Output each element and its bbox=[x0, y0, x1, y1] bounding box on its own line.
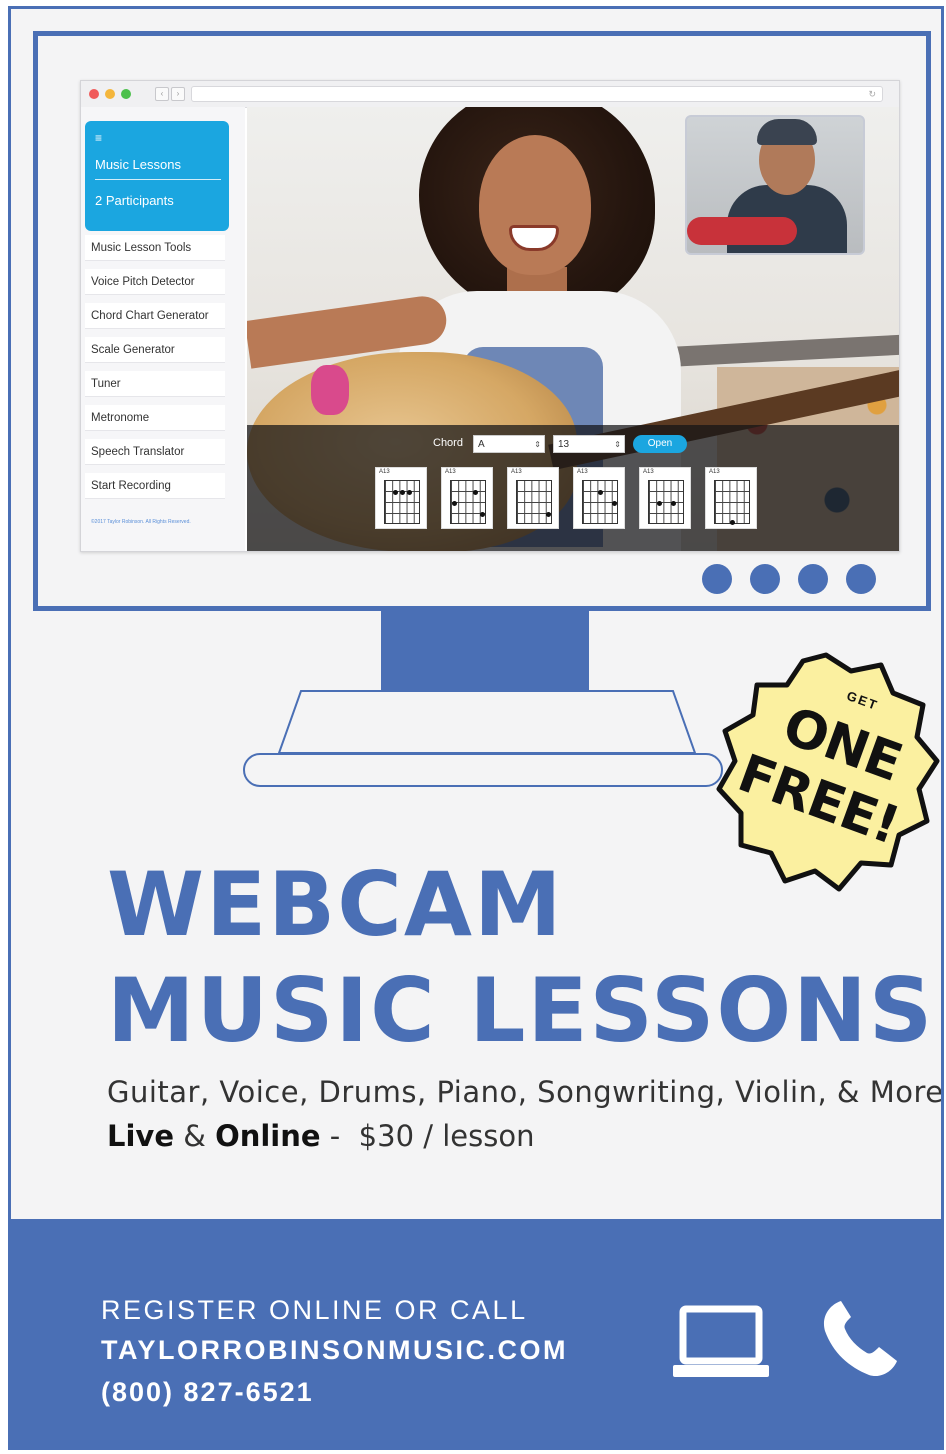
live-label: Live bbox=[107, 1119, 174, 1153]
divider bbox=[95, 179, 221, 180]
sidebar-item-tuner[interactable]: Tuner bbox=[85, 371, 225, 397]
sidebar-header: ≡ Music Lessons 2 Participants bbox=[85, 121, 229, 231]
headline-line2: MUSIC LESSONS bbox=[107, 959, 935, 1062]
chord-chart-bar: Chord A ⇕ 13 ⇕ Open A13 A13 A13 A13 A13 A1… bbox=[247, 425, 899, 551]
chord-diagram[interactable]: A13 bbox=[375, 467, 427, 529]
main-video-feed: Chord A ⇕ 13 ⇕ Open A13 A13 A13 A13 A13 A1… bbox=[247, 107, 899, 551]
finger-dot bbox=[452, 501, 457, 506]
instruments-subtitle: Guitar, Voice, Drums, Piano, Songwriting… bbox=[107, 1075, 944, 1109]
finger-dot bbox=[612, 501, 617, 506]
finger-dot bbox=[393, 490, 398, 495]
online-label: Online bbox=[215, 1119, 321, 1153]
monitor-stand-foot bbox=[243, 753, 723, 787]
finger-dot bbox=[473, 490, 478, 495]
chevron-updown-icon: ⇕ bbox=[534, 440, 541, 449]
chord-select[interactable]: A ⇕ bbox=[473, 435, 545, 453]
dot-indicator bbox=[750, 564, 780, 594]
finger-dot bbox=[400, 490, 405, 495]
participants-count[interactable]: 2 Participants bbox=[95, 193, 174, 208]
price-line: Live & Online - $30 / lesson bbox=[107, 1119, 534, 1153]
sidebar-item-start-recording[interactable]: Start Recording bbox=[85, 473, 225, 499]
chord-diagram[interactable]: A13 bbox=[639, 467, 691, 529]
chord-select-value: A bbox=[478, 439, 485, 450]
finger-dot bbox=[407, 490, 412, 495]
chord-diagram[interactable]: A13 bbox=[507, 467, 559, 529]
chevron-updown-icon: ⇕ bbox=[614, 440, 621, 449]
headline-line1: WEBCAM bbox=[107, 853, 564, 956]
chord-diagram-name: A13 bbox=[709, 469, 720, 475]
minimize-window-icon[interactable] bbox=[105, 89, 115, 99]
back-icon[interactable]: ‹ bbox=[155, 87, 169, 101]
ampersand: & bbox=[183, 1119, 206, 1153]
chord-number-value: 13 bbox=[558, 439, 570, 450]
phone-number[interactable]: (800) 827-6521 bbox=[101, 1377, 314, 1408]
chord-label: Chord bbox=[433, 437, 463, 449]
browser-toolbar: ‹ › ↻ bbox=[81, 81, 899, 108]
sidebar-item-metronome[interactable]: Metronome bbox=[85, 405, 225, 431]
teacher-guitar bbox=[687, 217, 797, 245]
finger-dot bbox=[546, 512, 551, 517]
finger-dot bbox=[480, 512, 485, 517]
maximize-window-icon[interactable] bbox=[121, 89, 131, 99]
chord-diagram[interactable]: A13 bbox=[573, 467, 625, 529]
register-text: REGISTER ONLINE OR CALL bbox=[101, 1295, 528, 1325]
one-free-badge: GET ONE FREE! bbox=[711, 649, 941, 899]
fretboard-grid bbox=[516, 480, 552, 524]
chord-diagram-name: A13 bbox=[511, 469, 522, 475]
website-link[interactable]: TAYLORROBINSONMUSIC.COM bbox=[101, 1335, 568, 1366]
chord-diagram[interactable]: A13 bbox=[705, 467, 757, 529]
scrunchie bbox=[311, 365, 349, 415]
finger-dot bbox=[657, 501, 662, 506]
dot-indicator bbox=[798, 564, 828, 594]
fretboard-grid bbox=[714, 480, 750, 524]
finger-dot bbox=[598, 490, 603, 495]
badge-get: GET bbox=[844, 687, 881, 714]
sidebar-item-music-lesson-tools[interactable]: Music Lesson Tools bbox=[85, 235, 225, 261]
phone-icon bbox=[823, 1301, 897, 1377]
hamburger-menu-icon[interactable]: ≡ bbox=[95, 131, 102, 145]
teacher-video-thumbnail[interactable] bbox=[685, 115, 865, 255]
contact-footer: REGISTER ONLINE OR CALL TAYLORROBINSONMU… bbox=[11, 1219, 941, 1447]
chord-diagram-name: A13 bbox=[643, 469, 654, 475]
sidebar-title: Music Lessons bbox=[95, 157, 181, 172]
forward-icon[interactable]: › bbox=[171, 87, 185, 101]
laptop-icon bbox=[673, 1305, 769, 1377]
browser-window: ‹ › ↻ ≡ Music Lessons 2 Participants Mus… bbox=[80, 80, 900, 552]
sidebar-item-chord-chart-generator[interactable]: Chord Chart Generator bbox=[85, 303, 225, 329]
chord-diagram-name: A13 bbox=[379, 469, 390, 475]
student-face bbox=[479, 135, 591, 275]
fretboard-grid bbox=[384, 480, 420, 524]
finger-dot bbox=[730, 520, 735, 525]
dot-indicator bbox=[846, 564, 876, 594]
sidebar: ≡ Music Lessons 2 Participants Music Les… bbox=[81, 107, 245, 551]
price-text: - $30 / lesson bbox=[329, 1119, 535, 1153]
chord-diagram-name: A13 bbox=[577, 469, 588, 475]
sidebar-item-voice-pitch-detector[interactable]: Voice Pitch Detector bbox=[85, 269, 225, 295]
poster: ‹ › ↻ ≡ Music Lessons 2 Participants Mus… bbox=[8, 6, 944, 1450]
monitor-stand-neck bbox=[381, 611, 589, 691]
monitor-stand-base bbox=[277, 690, 697, 754]
close-window-icon[interactable] bbox=[89, 89, 99, 99]
monitor-screen: ‹ › ↻ ≡ Music Lessons 2 Participants Mus… bbox=[33, 31, 931, 611]
dot-indicator bbox=[702, 564, 732, 594]
sidebar-footer: ©2017 Taylor Robinson. All Rights Reserv… bbox=[91, 519, 191, 525]
address-bar[interactable]: ↻ bbox=[191, 86, 883, 102]
sidebar-item-speech-translator[interactable]: Speech Translator bbox=[85, 439, 225, 465]
open-button[interactable]: Open bbox=[633, 435, 687, 453]
teacher-cap bbox=[757, 119, 817, 145]
reload-icon[interactable]: ↻ bbox=[868, 87, 876, 101]
sidebar-item-scale-generator[interactable]: Scale Generator bbox=[85, 337, 225, 363]
chord-diagram-name: A13 bbox=[445, 469, 456, 475]
chord-number-select[interactable]: 13 ⇕ bbox=[553, 435, 625, 453]
chord-diagram[interactable]: A13 bbox=[441, 467, 493, 529]
fretboard-grid bbox=[648, 480, 684, 524]
finger-dot bbox=[671, 501, 676, 506]
